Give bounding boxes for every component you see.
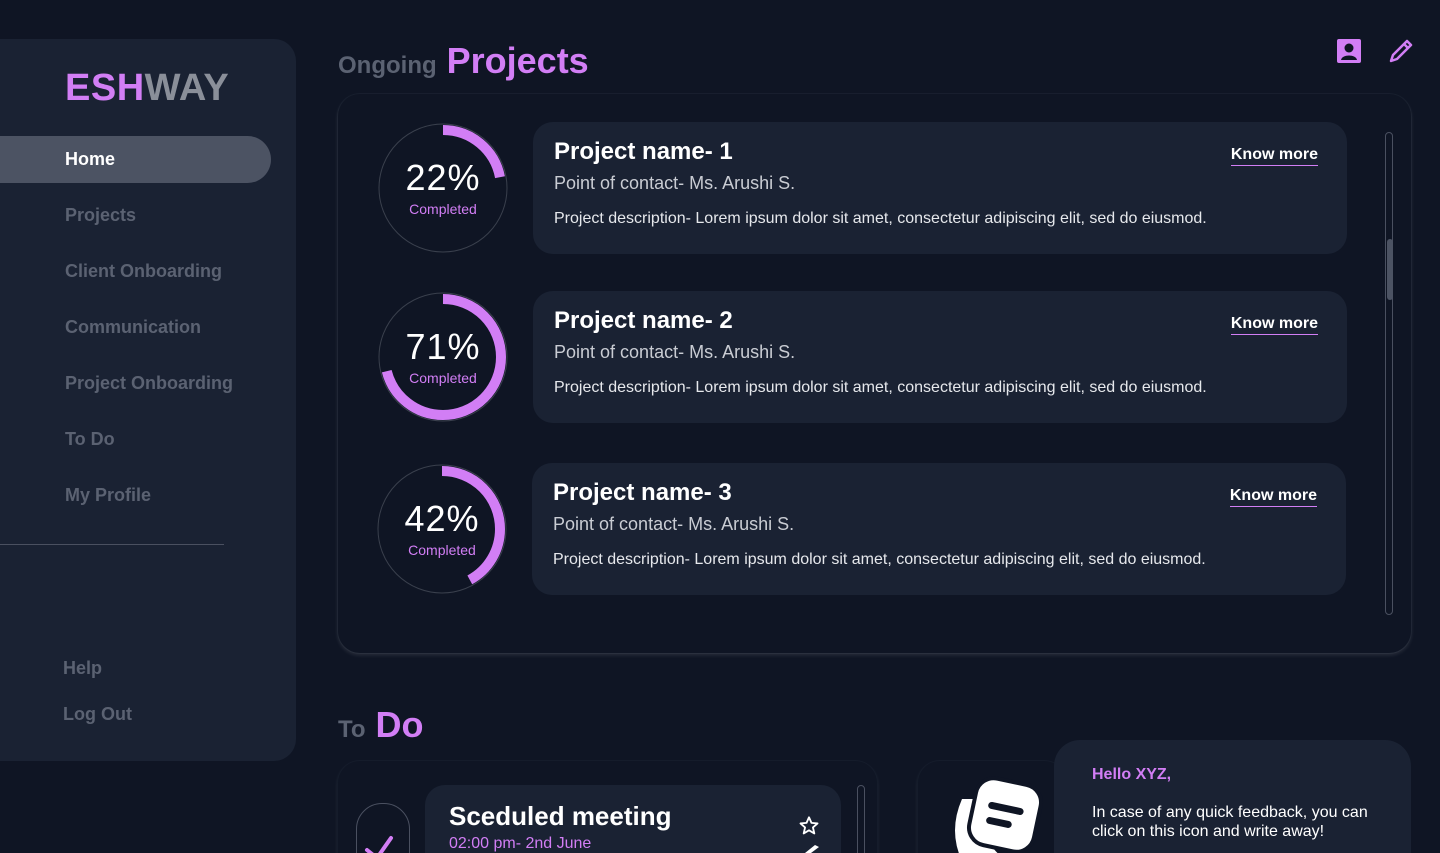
brand-logo-part2: WAY [144, 67, 230, 109]
project-description: Project description- Lorem ipsum dolor s… [554, 379, 1207, 396]
sidebar-item-my-profile[interactable]: My Profile [0, 472, 271, 519]
sidebar: ESHWAY Home Projects Client Onboarding C… [0, 39, 296, 761]
project-name: Project name- 3 [553, 479, 732, 506]
star-icon[interactable] [798, 815, 820, 837]
project-description: Project description- Lorem ipsum dolor s… [554, 210, 1207, 227]
todo-checkbox[interactable] [356, 803, 410, 853]
todo-heading-small: To [338, 716, 366, 743]
progress-label: Completed [408, 542, 476, 558]
feedback-note-icon [955, 776, 1043, 853]
project-name: Project name- 1 [554, 138, 733, 165]
progress-percent: 22% [405, 157, 481, 198]
user-badge-icon[interactable] [1334, 36, 1364, 66]
progress-percent: 71% [405, 326, 481, 367]
sidebar-divider [0, 544, 224, 545]
progress-label: Completed [409, 370, 477, 386]
todo-scrollbar[interactable] [857, 785, 865, 853]
project-contact: Point of contact- Ms. Arushi S. [554, 342, 796, 362]
check-icon [365, 836, 393, 853]
projects-scrollbar[interactable] [1385, 132, 1393, 615]
project-card: Project name- 2 Point of contact- Ms. Ar… [533, 291, 1347, 423]
feedback-greeting: Hello XYZ, [1092, 766, 1172, 783]
project-contact: Point of contact- Ms. Arushi S. [554, 173, 796, 193]
brand-logo[interactable]: ESHWAY [65, 67, 229, 110]
sidebar-item-project-onboarding[interactable]: Project Onboarding [0, 360, 271, 407]
help-link[interactable]: Help [63, 658, 102, 679]
progress-percent: 42% [404, 498, 480, 539]
todo-heading: To Do [338, 704, 424, 746]
know-more-link[interactable]: Know more [1229, 487, 1317, 507]
progress-ring: 42% Completed [375, 462, 509, 596]
feedback-message: In case of any quick feedback, you can c… [1092, 804, 1368, 840]
pencil-icon[interactable] [1386, 36, 1416, 66]
progress-ring: 22% Completed [376, 121, 510, 255]
logout-link[interactable]: Log Out [63, 704, 132, 725]
sidebar-item-projects[interactable]: Projects [0, 192, 271, 239]
sidebar-item-client-onboarding[interactable]: Client Onboarding [0, 248, 271, 295]
project-name: Project name- 2 [554, 307, 733, 334]
sidebar-item-to-do[interactable]: To Do [0, 416, 271, 463]
projects-heading-big: Projects [446, 40, 589, 81]
todo-panel: Sceduled meeting 02:00 pm- 2nd June [338, 761, 877, 853]
know-more-link[interactable]: Know more [1230, 315, 1318, 335]
todo-time: 02:00 pm- 2nd June [449, 835, 592, 852]
sidebar-item-home[interactable]: Home [0, 136, 271, 183]
projects-panel: 22% Completed Project name- 1 Point of c… [338, 94, 1411, 653]
pencil-icon[interactable] [801, 843, 821, 853]
know-more-link[interactable]: Know more [1230, 146, 1318, 166]
feedback-button[interactable] [918, 761, 1066, 853]
progress-ring: 71% Completed [376, 290, 510, 424]
todo-heading-big: Do [375, 704, 424, 745]
project-description: Project description- Lorem ipsum dolor s… [553, 551, 1206, 568]
sidebar-item-communication[interactable]: Communication [0, 304, 271, 351]
project-card: Project name- 1 Point of contact- Ms. Ar… [533, 122, 1347, 254]
project-card: Project name- 3 Point of contact- Ms. Ar… [532, 463, 1346, 595]
todo-card[interactable]: Sceduled meeting 02:00 pm- 2nd June [425, 785, 841, 853]
progress-label: Completed [409, 201, 477, 217]
todo-title: Sceduled meeting [449, 801, 672, 831]
project-contact: Point of contact- Ms. Arushi S. [553, 514, 795, 534]
brand-logo-part1: ESH [65, 67, 145, 109]
projects-scrollbar-thumb[interactable] [1387, 239, 1393, 300]
projects-heading-small: Ongoing [338, 52, 437, 79]
projects-heading: Ongoing Projects [338, 40, 589, 82]
feedback-card: Hello XYZ, In case of any quick feedback… [1054, 740, 1411, 853]
